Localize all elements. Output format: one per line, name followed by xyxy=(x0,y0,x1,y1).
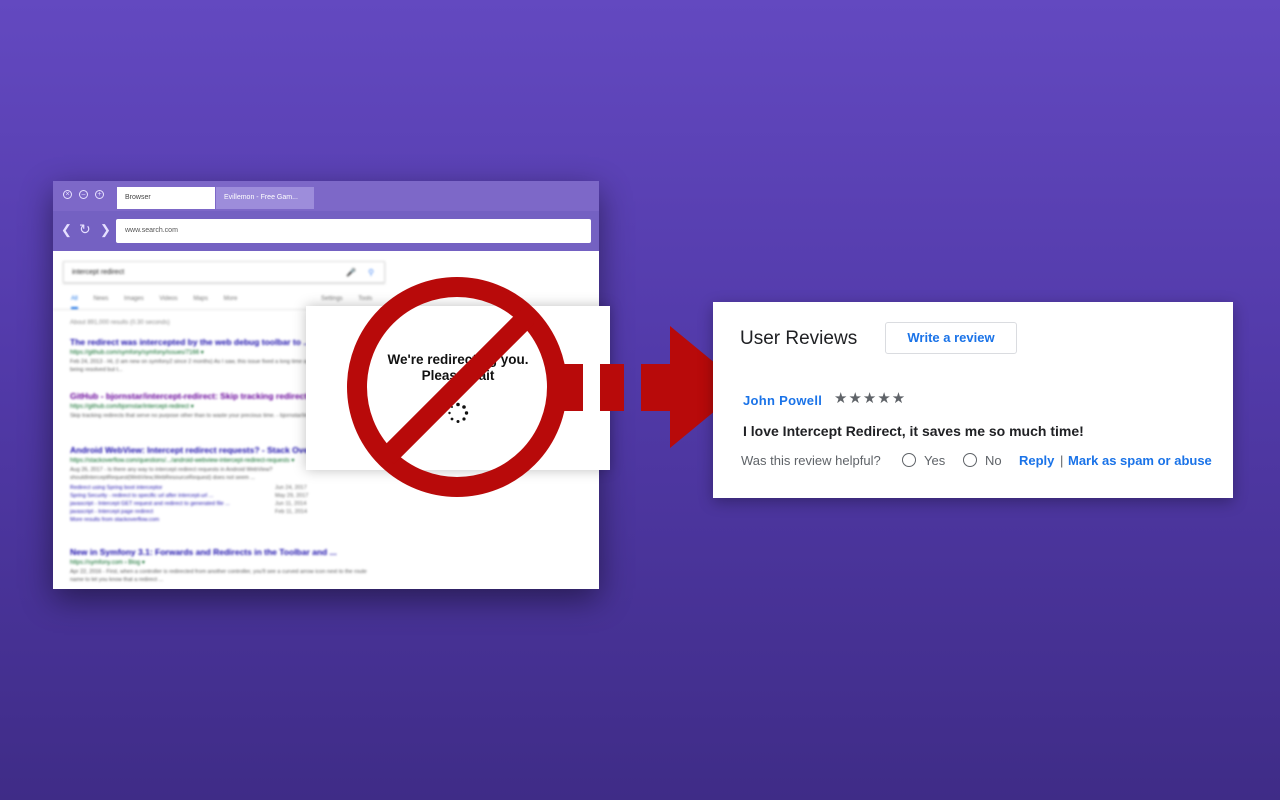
tab-maps[interactable]: Maps xyxy=(193,296,208,302)
settings-link[interactable]: Settings xyxy=(321,296,343,302)
maximize-icon[interactable]: + xyxy=(95,190,104,199)
tab-all[interactable]: All xyxy=(71,296,78,309)
sublink-date: May 29, 2017 xyxy=(275,493,309,499)
sublink[interactable]: javascript - Intercept GET request and r… xyxy=(70,501,230,507)
redirect-popup: We're redirecting you. Please wait xyxy=(306,306,610,470)
search-tabs: All News Images Videos Maps More xyxy=(71,296,251,309)
tab-browser[interactable]: Browser xyxy=(117,187,215,209)
review-text: I love Intercept Redirect, it saves me s… xyxy=(743,423,1084,439)
search-tools: Settings Tools xyxy=(321,296,386,302)
sublink-row: javascript - Intercept page redirect Feb… xyxy=(70,508,510,516)
tab-more[interactable]: More xyxy=(224,296,238,302)
result-url: https://symfony.com › Blog ▾ xyxy=(70,560,145,566)
sublink-row: javascript - Intercept GET request and r… xyxy=(70,500,510,508)
sublink-date: Jun 24, 2017 xyxy=(275,485,307,491)
no-label: No xyxy=(985,453,1002,468)
browser-titlebar: × – + Browser Evillemon - Free Gam... xyxy=(53,181,599,211)
sublink-row: More results from stackoverflow.com xyxy=(70,516,510,524)
tools-link[interactable]: Tools xyxy=(358,296,372,302)
tab-images[interactable]: Images xyxy=(124,296,144,302)
yes-radio[interactable] xyxy=(902,453,916,467)
sublink[interactable]: Redirect using Spring boot interceptor xyxy=(70,485,162,491)
close-icon[interactable]: × xyxy=(63,190,72,199)
sublink-date: Feb 11, 2014 xyxy=(275,509,308,515)
review-author[interactable]: John Powell xyxy=(743,393,822,408)
sublink[interactable]: javascript - Intercept page redirect xyxy=(70,509,153,515)
minimize-icon[interactable]: – xyxy=(79,190,88,199)
tab-news[interactable]: News xyxy=(93,296,108,302)
result-snippet: Apr 22, 2016 - First, when a controller … xyxy=(70,569,367,583)
write-review-button[interactable]: Write a review xyxy=(885,322,1017,354)
yes-label: Yes xyxy=(924,453,946,468)
microphone-icon[interactable]: 🎤 xyxy=(346,262,356,284)
tab-evillemon[interactable]: Evillemon - Free Gam... xyxy=(216,187,314,209)
result-sublinks: Redirect using Spring boot interceptor J… xyxy=(70,484,510,524)
loading-spinner-icon xyxy=(448,402,469,423)
reload-icon[interactable]: ↻ xyxy=(79,221,91,237)
reply-link[interactable]: Reply xyxy=(1019,453,1054,468)
star-rating: ★★★★★ xyxy=(834,390,907,407)
search-result: New in Symfony 3.1: Forwards and Redirec… xyxy=(70,547,510,584)
sublink-date: Jun 11, 2014 xyxy=(275,501,307,507)
search-query: intercept redirect xyxy=(72,269,125,276)
mark-spam-link[interactable]: Mark as spam or abuse xyxy=(1068,453,1212,468)
result-title[interactable]: New in Symfony 3.1: Forwards and Redirec… xyxy=(70,547,510,557)
tab-videos[interactable]: Videos xyxy=(159,296,177,302)
forward-arrow-icon[interactable]: ❯ xyxy=(100,222,111,238)
back-arrow-icon[interactable]: ❮ xyxy=(61,222,72,238)
link-separator: | xyxy=(1060,453,1064,468)
address-bar[interactable]: www.search.com xyxy=(116,219,591,243)
user-reviews-panel: User Reviews Write a review John Powell … xyxy=(713,302,1233,498)
search-input[interactable]: intercept redirect 🎤 ⚲ xyxy=(63,261,385,283)
sublink[interactable]: Spring Security - redirect to specific u… xyxy=(70,493,213,499)
no-radio[interactable] xyxy=(963,453,977,467)
sublink-row: Spring Security - redirect to specific u… xyxy=(70,492,510,500)
browser-navbar: ❮ ↻ ❯ www.search.com xyxy=(53,211,599,251)
result-count: About 891,000 results (0.30 seconds) xyxy=(70,320,170,326)
sublink-row: Redirect using Spring boot interceptor J… xyxy=(70,484,510,492)
reviews-title: User Reviews xyxy=(740,328,858,349)
redirect-message: We're redirecting you. Please wait xyxy=(387,352,529,383)
helpful-question: Was this review helpful? xyxy=(741,453,881,468)
more-results-link[interactable]: More results from stackoverflow.com xyxy=(70,517,159,523)
search-icon[interactable]: ⚲ xyxy=(368,262,374,284)
